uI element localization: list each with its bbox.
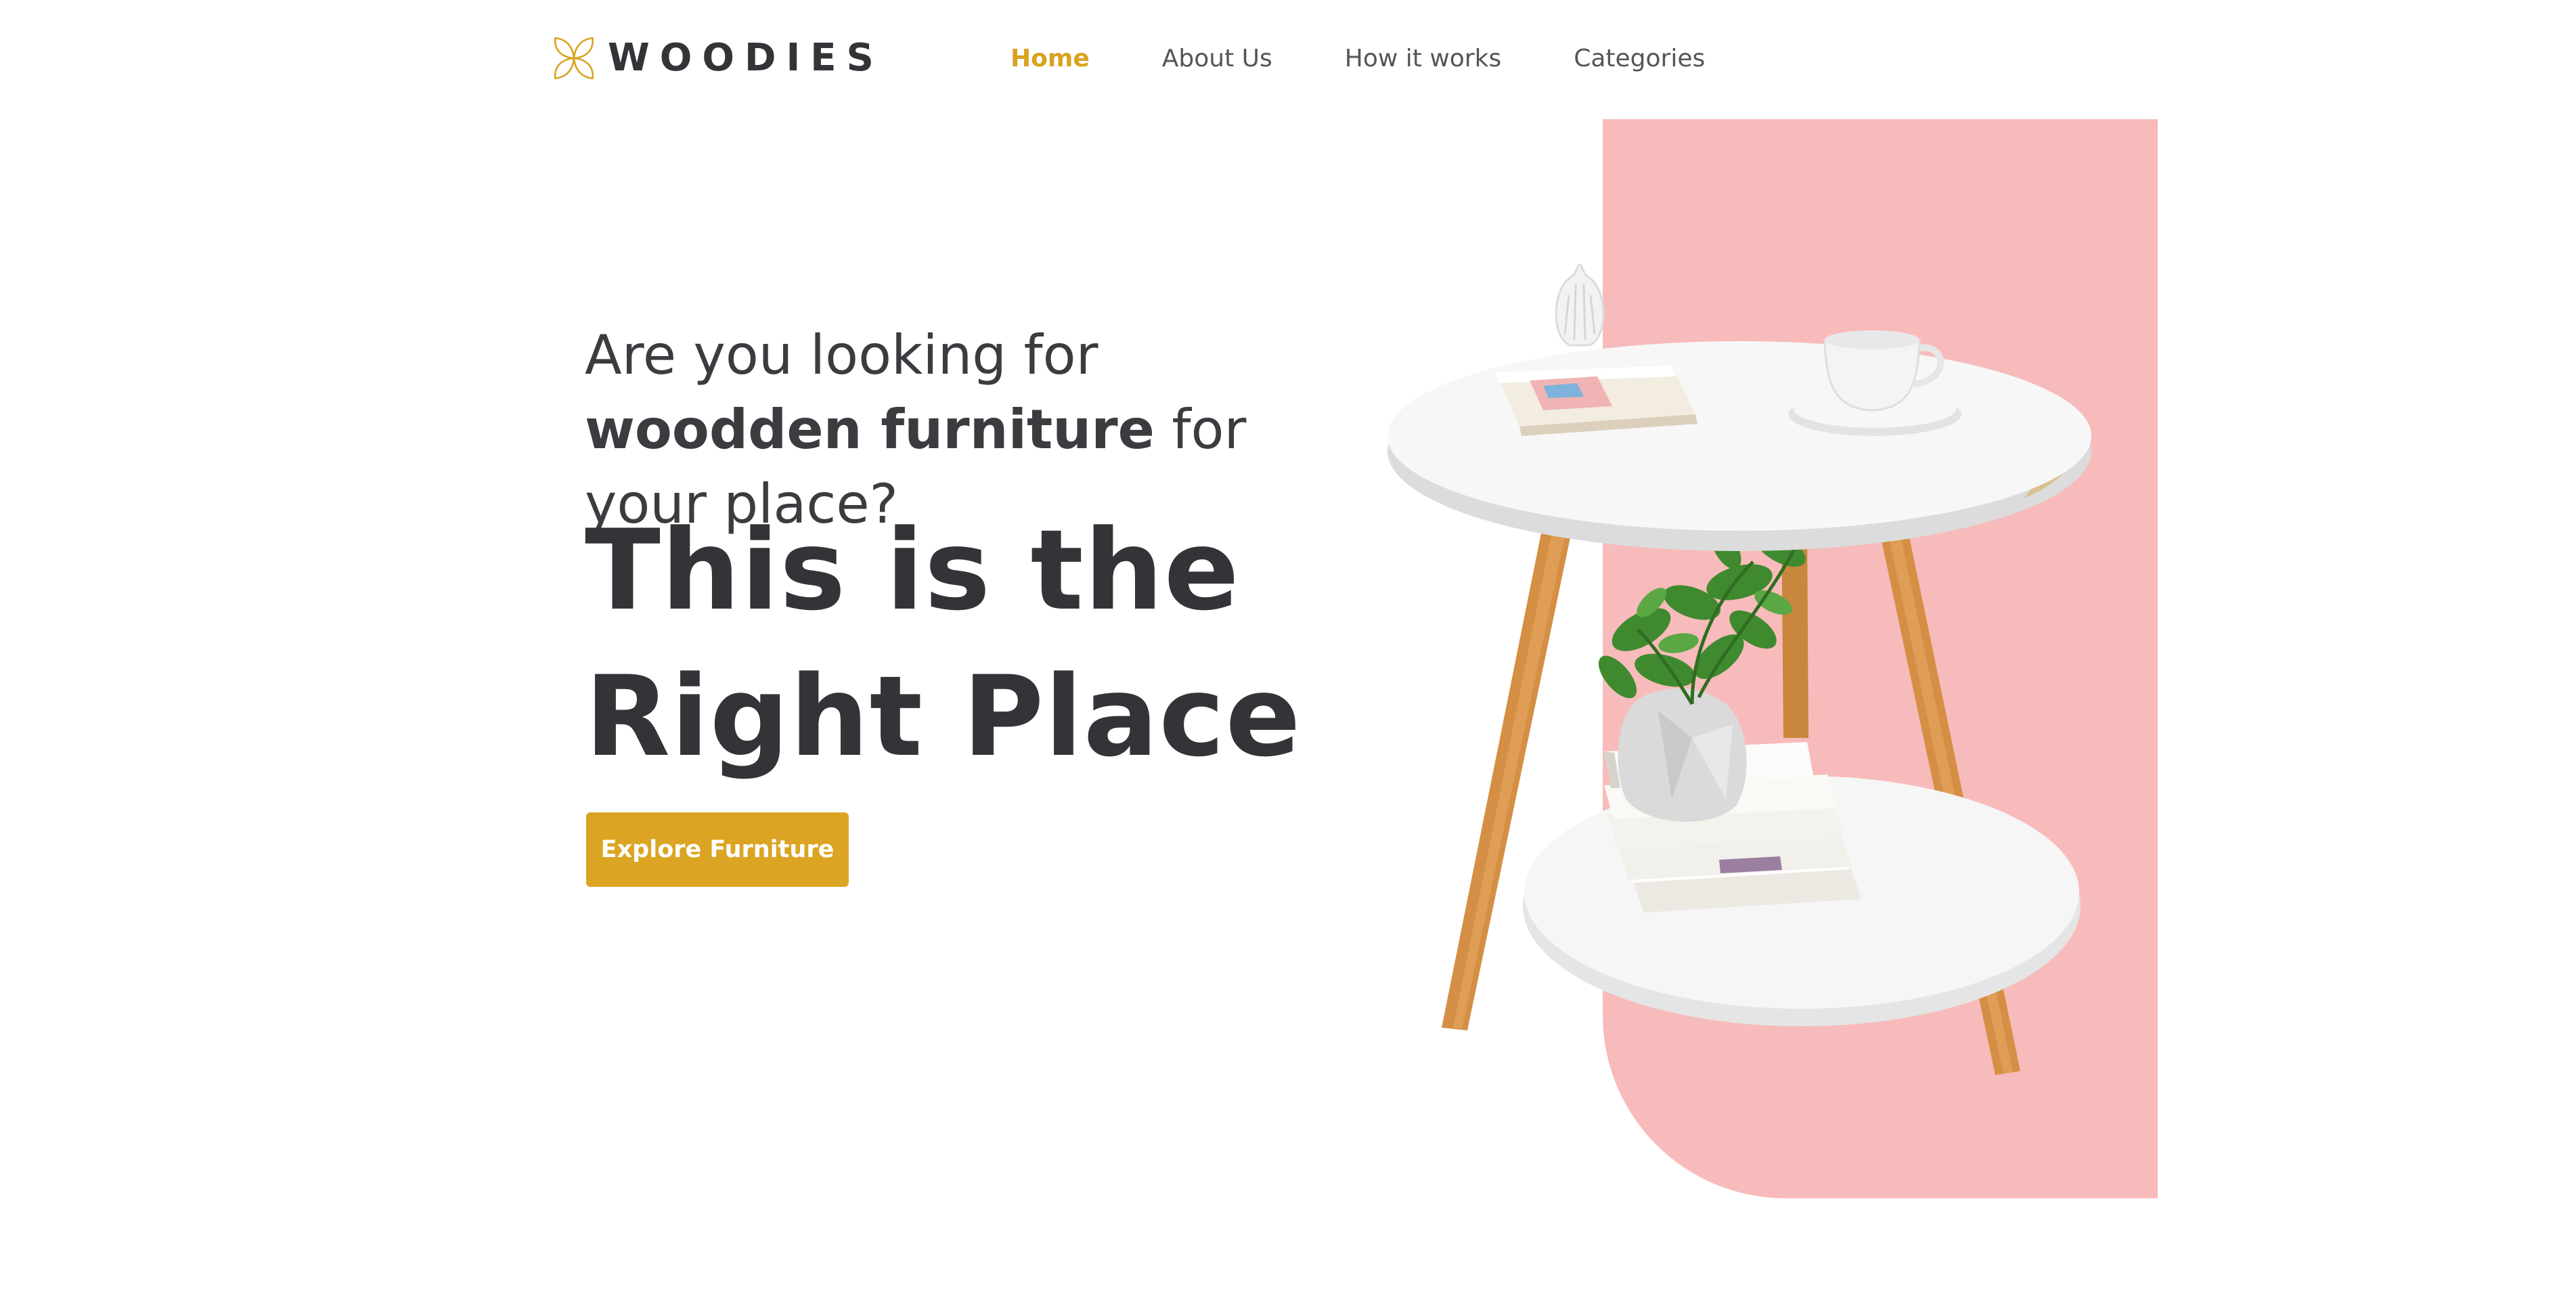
explore-furniture-button[interactable]: Explore Furniture [586, 812, 849, 887]
nav-categories[interactable]: Categories [1574, 45, 1705, 72]
hero-title: This is the Right Place [585, 498, 1363, 790]
hero-subtitle-text-start: Are you looking for [585, 324, 1098, 387]
main-nav: Home About Us How it works Categories [1011, 38, 1705, 79]
side-table-image [1387, 264, 2091, 1075]
nav-about-us[interactable]: About Us [1162, 45, 1272, 72]
nav-home[interactable]: Home [1011, 45, 1090, 72]
hero-title-line-1: This is the [585, 506, 1240, 635]
hero-subtitle-highlight: woodden furniture [585, 398, 1155, 461]
flower-logo-icon [554, 37, 594, 80]
nav-how-it-works[interactable]: How it works [1345, 45, 1501, 72]
brand-logo[interactable]: WOODIES [551, 32, 884, 84]
brand-name: WOODIES [608, 36, 884, 80]
hero-title-line-2: Right Place [585, 652, 1302, 781]
site-header: WOODIES Home About Us How it works Categ… [0, 0, 2576, 115]
